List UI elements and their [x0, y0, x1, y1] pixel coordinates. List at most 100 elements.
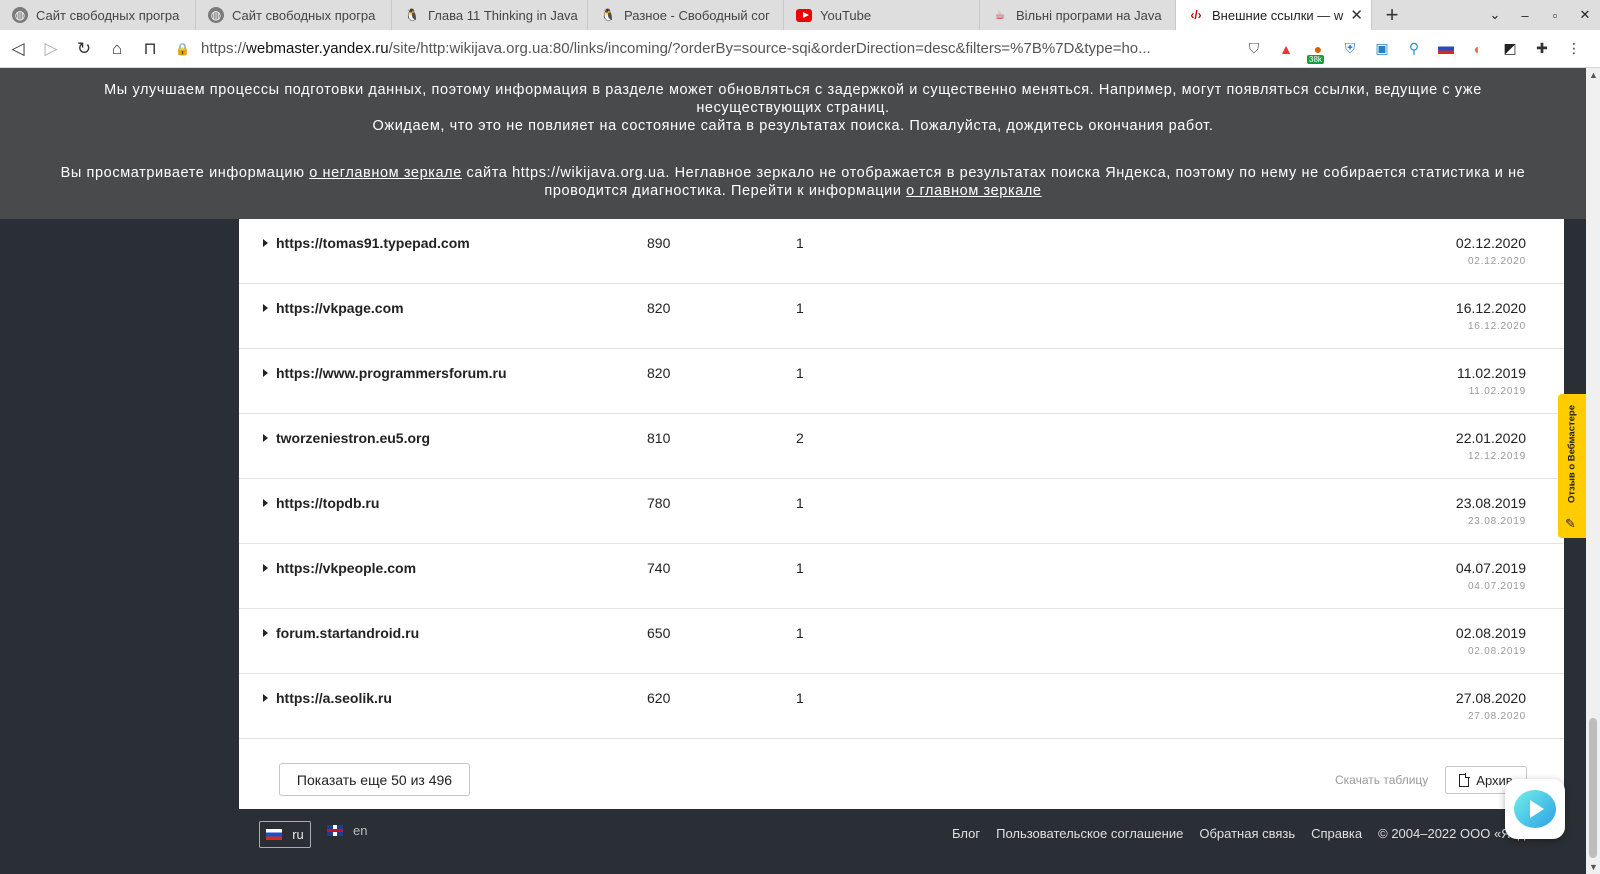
home-icon[interactable]: ⌂ — [102, 34, 132, 64]
source-cell[interactable]: forum.startandroid.ru — [263, 625, 419, 641]
extension-badge-icon[interactable]: ● 38k — [1305, 36, 1331, 64]
chat-widget-button[interactable] — [1505, 779, 1565, 839]
forward-icon[interactable]: ▷ — [36, 34, 66, 64]
browser-tab-1[interactable]: ◍ Сайт свободных програ — [0, 0, 196, 30]
browser-tab-5[interactable]: YouTube — [784, 0, 980, 30]
source-cell[interactable]: https://a.seolik.ru — [263, 690, 392, 706]
table-row[interactable]: https://vkpage.com 820 1 16.12.2020 16.1… — [239, 284, 1564, 349]
expand-caret-icon[interactable] — [263, 564, 268, 572]
links-count-cell: 1 — [796, 365, 804, 381]
expand-caret-icon[interactable] — [263, 304, 268, 312]
menu-kebab-icon[interactable]: ⋮ — [1561, 36, 1587, 62]
reload-icon[interactable]: ↻ — [69, 34, 99, 64]
date-secondary: 23.08.2019 — [1467, 516, 1526, 527]
sqi-cell: 820 — [647, 300, 671, 316]
table-row[interactable]: tworzeniestron.eu5.org 810 2 22.01.2020 … — [239, 414, 1564, 479]
sqi-cell: 780 — [647, 495, 671, 511]
source-cell[interactable]: https://vkpage.com — [263, 300, 404, 316]
notice-line-2: Ожидаем, что это не повлияет на состояни… — [372, 118, 1214, 134]
date-cell: 22.01.2020 — [1455, 430, 1526, 446]
expand-caret-icon[interactable] — [263, 369, 268, 377]
date-cell: 23.08.2019 — [1455, 495, 1526, 511]
penguin-icon: 🐧 — [404, 8, 420, 22]
expand-caret-icon[interactable] — [263, 239, 268, 247]
incoming-links-table: https://tomas91.typepad.com 890 1 02.12.… — [239, 219, 1564, 809]
screenshot-extension-icon[interactable]: ▣ — [1369, 36, 1395, 62]
sqi-cell: 650 — [647, 625, 671, 641]
language-ru-button[interactable]: ru — [259, 821, 311, 848]
source-cell[interactable]: https://topdb.ru — [263, 495, 379, 511]
browser-tab-6[interactable]: ☕ Вільні програми на Java — [980, 0, 1176, 30]
lock-icon: 🔒 — [175, 41, 190, 56]
table-row[interactable]: https://vkpeople.com 740 1 04.07.2019 04… — [239, 544, 1564, 609]
location-extension-icon[interactable]: ⚲ — [1401, 36, 1427, 62]
new-tab-button[interactable]: + — [1372, 0, 1412, 30]
footer-link-feedback[interactable]: Обратная связь — [1199, 826, 1295, 841]
date-cell: 27.08.2020 — [1455, 690, 1526, 706]
browser-tab-4[interactable]: 🐧 Разное - Свободный сог — [588, 0, 784, 30]
notice-line-1: Мы улучшаем процессы подготовки данных, … — [104, 82, 1482, 116]
close-window-icon[interactable]: ✕ — [1570, 7, 1600, 23]
table-row[interactable]: https://topdb.ru 780 1 23.08.2019 23.08.… — [239, 479, 1564, 544]
puzzle-extensions-icon[interactable]: ✚ — [1529, 36, 1555, 62]
footer-link-help[interactable]: Справка — [1311, 826, 1362, 841]
browser-tab-2[interactable]: ◍ Сайт свободных програ — [196, 0, 392, 30]
source-cell[interactable]: tworzeniestron.eu5.org — [263, 430, 430, 446]
show-more-button[interactable]: Показать еще 50 из 496 — [279, 763, 470, 796]
maximize-icon[interactable]: ▫ — [1540, 8, 1570, 23]
feedback-side-tab[interactable]: Отзыв о Вебмастере ✎ — [1558, 394, 1586, 538]
russia-flag-extension-icon[interactable] — [1433, 36, 1459, 62]
extension-badge-count: 38k — [1307, 54, 1324, 64]
tab-title: Сайт свободных програ — [36, 7, 180, 23]
expand-caret-icon[interactable] — [263, 629, 268, 637]
main-mirror-link[interactable]: о главном зеркале — [906, 183, 1041, 199]
links-count-cell: 1 — [796, 560, 804, 576]
webmaster-icon: ‹/› — [1190, 8, 1202, 22]
browser-tab-3[interactable]: 🐧 Глава 11 Thinking in Java — [392, 0, 588, 30]
footer-link-agreement[interactable]: Пользовательское соглашение — [996, 826, 1183, 841]
minimize-icon[interactable]: – — [1510, 8, 1540, 23]
language-en-button[interactable]: en — [327, 823, 367, 838]
table-row[interactable]: https://tomas91.typepad.com 890 1 02.12.… — [239, 219, 1564, 284]
sqi-cell: 890 — [647, 235, 671, 251]
date-cell: 11.02.2019 — [1456, 365, 1526, 381]
browser-tab-7-active[interactable]: ‹/› Внешние ссылки — w ✕ — [1176, 0, 1372, 30]
links-count-cell: 2 — [796, 430, 804, 446]
links-count-cell: 1 — [796, 235, 804, 251]
date-cell: 04.07.2019 — [1455, 560, 1526, 576]
brave-rewards-icon[interactable]: ▲ — [1273, 36, 1299, 62]
table-row[interactable]: https://www.programmersforum.ru 820 1 11… — [239, 349, 1564, 414]
vpn-extension-icon[interactable]: ⛨ — [1337, 36, 1363, 62]
date-cell: 02.12.2020 — [1455, 235, 1526, 251]
dark-extension-icon[interactable]: ◩ — [1497, 36, 1523, 62]
tab-list-icon[interactable]: ⌄ — [1480, 7, 1510, 23]
sqi-cell: 810 — [647, 430, 671, 446]
scroll-down-icon[interactable]: ▼ — [1589, 862, 1598, 872]
scroll-up-icon[interactable]: ▲ — [1589, 70, 1598, 80]
expand-caret-icon[interactable] — [263, 694, 268, 702]
scrollbar-thumb[interactable] — [1589, 718, 1597, 858]
back-icon[interactable]: ◁ — [3, 34, 33, 64]
date-secondary: 02.12.2020 — [1467, 256, 1526, 267]
sqi-cell: 740 — [647, 560, 671, 576]
source-cell[interactable]: https://www.programmersforum.ru — [263, 365, 507, 381]
close-tab-icon[interactable]: ✕ — [1350, 6, 1363, 24]
bookmark-icon[interactable]: ⊓ — [135, 34, 165, 64]
source-cell[interactable]: https://tomas91.typepad.com — [263, 235, 470, 251]
table-row[interactable]: forum.startandroid.ru 650 1 02.08.2019 0… — [239, 609, 1564, 674]
non-main-mirror-link[interactable]: о неглавном зеркале — [309, 165, 462, 181]
tab-title: Глава 11 Thinking in Java — [428, 7, 578, 23]
firefox-extension-icon[interactable]: ◐ — [1465, 36, 1491, 62]
page-footer: ru en Блог Пользовательское соглашение О… — [0, 809, 1586, 874]
expand-caret-icon[interactable] — [263, 434, 268, 442]
table-row[interactable]: https://a.seolik.ru 620 1 27.08.2020 27.… — [239, 674, 1564, 739]
sqi-cell: 820 — [647, 365, 671, 381]
expand-caret-icon[interactable] — [263, 499, 268, 507]
address-bar[interactable]: 🔒 https://webmaster.yandex.ru/site/http:… — [175, 34, 1235, 64]
footer-link-blog[interactable]: Блог — [952, 826, 980, 841]
page-scrollbar[interactable]: ▲ ▼ — [1586, 68, 1600, 874]
download-table-label: Скачать таблицу — [1335, 773, 1429, 787]
document-icon — [1459, 772, 1471, 787]
brave-shield-icon[interactable]: ⛉ — [1241, 36, 1267, 62]
source-cell[interactable]: https://vkpeople.com — [263, 560, 416, 576]
